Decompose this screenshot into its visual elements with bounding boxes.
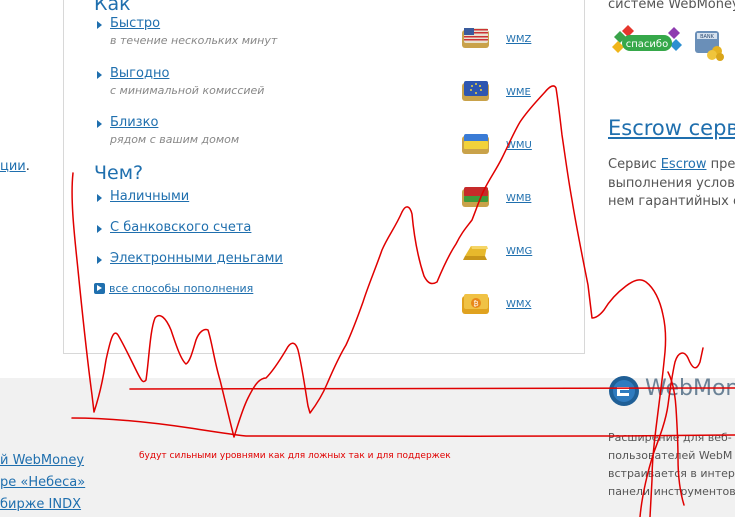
annotation-caption: будут сильными уровнями как для ложных т… [139,451,451,461]
annotation-stroke-right [639,347,704,517]
annotation-line-upper [129,387,735,390]
annotation-drawing [71,85,735,517]
annotation-line-lower [71,417,735,438]
